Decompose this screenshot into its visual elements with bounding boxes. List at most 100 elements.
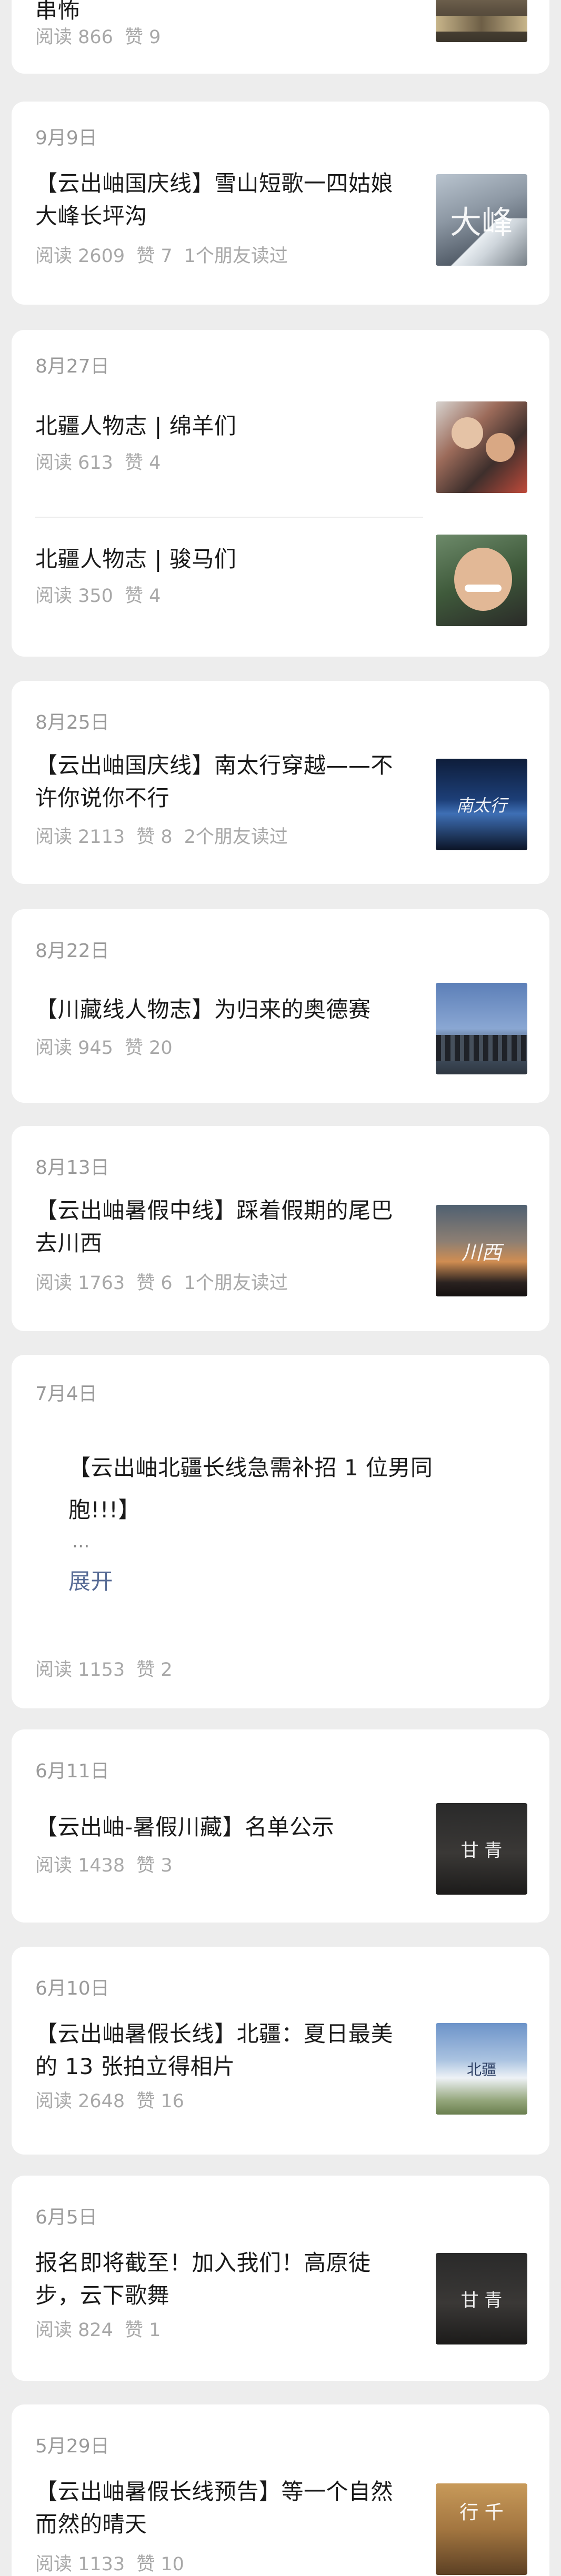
- article-card: 8月22日 【川藏线人物志】为归来的奥德赛 阅读 945 赞 20: [12, 909, 549, 1103]
- dark-feet-photo[interactable]: 甘 青: [436, 1803, 527, 1895]
- read-count: 阅读 945: [35, 1038, 113, 1059]
- article-stats: 阅读 2609 赞 7 1个朋友读过: [35, 241, 299, 268]
- article-card: 8月25日 【云出岫国庆线】南太行穿越——不许你说你不行 阅读 2113 赞 8 2…: [12, 681, 549, 884]
- item-divider: [35, 517, 423, 518]
- read-count: 阅读 2648: [35, 2091, 125, 2112]
- post-date: 6月10日: [35, 1978, 109, 1999]
- article-card: 8月13日 【云出岫暑假中线】踩着假期的尾巴去川西 阅读 1763 赞 6 1个朋友…: [12, 1126, 549, 1331]
- article-title[interactable]: 【云出岫国庆线】南太行穿越——不许你说你不行: [35, 749, 414, 814]
- read-count: 阅读 2113: [35, 827, 125, 848]
- article-title[interactable]: 【云出岫暑假中线】踩着假期的尾巴去川西: [35, 1194, 414, 1260]
- post-date: 8月22日: [35, 940, 109, 962]
- article-title[interactable]: 报名即将截至！加入我们！高原徒步，云下歌舞: [35, 2247, 414, 2312]
- article-card: 8月27日 北疆人物志 | 绵羊们 阅读 613 赞 4 北疆人物志 | 骏马们 …: [12, 330, 549, 657]
- like-count: 赞 10: [136, 2554, 184, 2575]
- article-card: 5月29日 【云出岫暑假长线预告】等一个自然而然的晴天 阅读 1133 赞 10 …: [12, 2404, 549, 2576]
- like-count: 赞 2: [136, 1659, 173, 1681]
- snow-field-photo[interactable]: 北疆: [436, 2023, 527, 2115]
- article-item[interactable]: 【云出岫暑假长线预告】等一个自然而然的晴天 阅读 1133 赞 10 行 千: [12, 2476, 549, 2576]
- article-stats: 阅读 866 赞 9: [35, 22, 172, 49]
- post-date: 7月4日: [35, 1383, 97, 1405]
- expand-link[interactable]: 展开: [68, 1565, 113, 1598]
- sunset-photo[interactable]: 川西: [436, 1205, 527, 1296]
- article-stats: 阅读 2648 赞 16: [35, 2086, 196, 2113]
- like-count: 赞 6: [136, 1273, 173, 1294]
- like-count: 赞 7: [136, 246, 173, 267]
- thumb-caption: 北疆: [466, 2061, 496, 2078]
- group-selfie-photo[interactable]: [436, 401, 527, 493]
- post-date: 9月9日: [35, 127, 97, 149]
- article-item[interactable]: 报名即将截至！加入我们！高原徒步，云下歌舞 阅读 824 赞 1 甘 青: [12, 2247, 549, 2373]
- post-date: 8月13日: [35, 1157, 109, 1179]
- article-title[interactable]: 【云出岫-暑假川藏】名单公示: [35, 1811, 414, 1844]
- like-count: 赞 4: [124, 586, 161, 607]
- article-stats: 阅读 824 赞 1: [35, 2315, 172, 2342]
- thumb-caption: 行 千: [459, 2502, 504, 2524]
- article-item[interactable]: 【云出岫-暑假川藏】名单公示 阅读 1438 赞 3 甘 青: [12, 1793, 549, 1919]
- group-sky-photo[interactable]: [436, 983, 527, 1074]
- like-count: 赞 9: [124, 27, 161, 48]
- like-count: 赞 4: [124, 452, 161, 474]
- article-item[interactable]: 【川藏线人物志】为归来的奥德赛 阅读 945 赞 20: [12, 972, 549, 1099]
- article-card: 6月11日 【云出岫-暑假川藏】名单公示 阅读 1438 赞 3 甘 青: [12, 1729, 549, 1923]
- article-stats: 阅读 350 赞 4: [35, 581, 172, 608]
- article-stats: 阅读 613 赞 4: [35, 448, 172, 475]
- article-stats: 阅读 1438 赞 3: [35, 1850, 184, 1877]
- article-item[interactable]: 串怖 阅读 866 赞 9: [12, 0, 549, 74]
- read-count: 阅读 824: [35, 2320, 113, 2341]
- post-date: 5月29日: [35, 2436, 109, 2457]
- article-card: 6月5日 报名即将截至！加入我们！高原徒步，云下歌舞 阅读 824 赞 1 甘 青: [12, 2176, 549, 2381]
- friends-read: 1个朋友读过: [184, 246, 288, 267]
- article-stats: 阅读 1133 赞 10: [35, 2549, 196, 2576]
- read-count: 阅读 2609: [35, 246, 125, 267]
- read-count: 阅读 613: [35, 452, 113, 474]
- like-count: 赞 3: [136, 1855, 173, 1876]
- post-stats: 阅读 1153 赞 2: [35, 1655, 184, 1682]
- article-item[interactable]: 北疆人物志 | 骏马们 阅读 350 赞 4: [12, 522, 549, 648]
- article-item[interactable]: 北疆人物志 | 绵羊们 阅读 613 赞 4: [12, 389, 549, 515]
- like-count: 赞 1: [124, 2320, 161, 2341]
- read-count: 阅读 1763: [35, 1273, 125, 1294]
- article-title[interactable]: 【云出岫国庆线】雪山短歌一四姑娘大峰长坪沟: [35, 167, 414, 233]
- friends-read: 1个朋友读过: [184, 1273, 288, 1294]
- article-item[interactable]: 【云出岫国庆线】南太行穿越——不许你说你不行 阅读 2113 赞 8 2个朋友读过 …: [12, 749, 549, 876]
- post-date: 8月25日: [35, 712, 109, 733]
- dark-feet-photo[interactable]: 甘 青: [436, 2253, 527, 2344]
- article-title[interactable]: 北疆人物志 | 骏马们: [35, 543, 414, 576]
- article-title[interactable]: 【云出岫暑假长线】北疆：夏日最美的 13 张拍立得相片: [35, 2018, 414, 2083]
- article-title[interactable]: 【云出岫暑假长线预告】等一个自然而然的晴天: [35, 2476, 414, 2541]
- read-count: 阅读 350: [35, 586, 113, 607]
- mountain-lake-photo[interactable]: 南太行: [436, 759, 527, 850]
- article-stats: 阅读 2113 赞 8 2个朋友读过: [35, 822, 299, 849]
- read-count: 阅读 1133: [35, 2554, 125, 2575]
- article-item[interactable]: 【云出岫国庆线】雪山短歌一四姑娘大峰长坪沟 阅读 2609 赞 7 1个朋友读过 大…: [12, 167, 549, 294]
- article-title[interactable]: 北疆人物志 | 绵羊们: [35, 410, 414, 442]
- friends-read: 2个朋友读过: [184, 827, 288, 848]
- thumb-caption: 大峰: [450, 204, 513, 242]
- read-count: 阅读 1438: [35, 1855, 125, 1876]
- thumb-caption: 甘 青: [460, 2290, 503, 2311]
- golden-landscape-photo[interactable]: 行 千: [436, 2483, 527, 2575]
- portrait-photo[interactable]: [436, 535, 527, 626]
- article-title[interactable]: 串怖: [35, 0, 414, 22]
- post-text: 【云出岫北疆长线急需补招 1 位男同胞!!!】: [68, 1455, 433, 1523]
- thumb-caption: 甘 青: [460, 1840, 503, 1861]
- like-count: 赞 8: [136, 827, 173, 848]
- post-date: 6月11日: [35, 1760, 109, 1782]
- article-card: 串怖 阅读 866 赞 9: [12, 0, 549, 74]
- snow-mountain-photo[interactable]: 大峰: [436, 174, 527, 266]
- article-card: 9月9日 【云出岫国庆线】雪山短歌一四姑娘大峰长坪沟 阅读 2609 赞 7 1个朋…: [12, 102, 549, 305]
- ellipsis-text: ...: [72, 1531, 90, 1552]
- mountain-road-photo[interactable]: [436, 0, 527, 42]
- post-date: 6月5日: [35, 2207, 97, 2228]
- thumb-caption: 南太行: [456, 796, 507, 816]
- article-title[interactable]: 【川藏线人物志】为归来的奥德赛: [35, 993, 414, 1026]
- read-count: 阅读 866: [35, 27, 113, 48]
- article-stats: 阅读 945 赞 20: [35, 1033, 184, 1060]
- read-count: 阅读 1153: [35, 1659, 125, 1681]
- text-post-card: 7月4日 【云出岫北疆长线急需补招 1 位男同胞!!!】 ... 展开 阅读 1…: [12, 1355, 549, 1708]
- article-item[interactable]: 【云出岫暑假长线】北疆：夏日最美的 13 张拍立得相片 阅读 2648 赞 16 …: [12, 2018, 549, 2144]
- article-item[interactable]: 【云出岫暑假中线】踩着假期的尾巴去川西 阅读 1763 赞 6 1个朋友读过 川西: [12, 1194, 549, 1321]
- article-card: 6月10日 【云出岫暑假长线】北疆：夏日最美的 13 张拍立得相片 阅读 264…: [12, 1947, 549, 2155]
- post-date: 8月27日: [35, 356, 109, 377]
